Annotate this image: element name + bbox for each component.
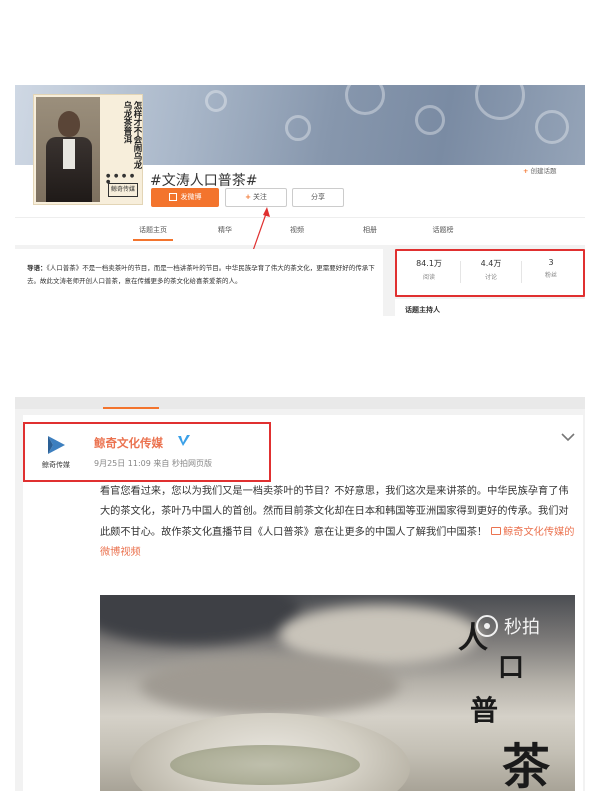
- topic-guide-text: 导语：《人口普茶》不是一档卖茶叶的节目，而是一档讲茶叶的节目。中华民族孕育了伟大…: [27, 262, 379, 288]
- plus-icon: +: [245, 193, 251, 201]
- post-weibo-label: 发微博: [180, 193, 202, 201]
- topic-page-screenshot: 怎样才不会闹乌龙 乌龙茶普洱 ● ● ● ● ● 鲸奇传媒 #文涛人口普茶# 发…: [15, 85, 585, 316]
- stat-fans-label: 粉丝: [544, 272, 557, 279]
- weibo-post-screenshot: 鲸奇传媒 鲸奇文化传媒 9月25日 11:09 来自 秒拍网页版 看官您看过来，…: [15, 397, 585, 791]
- edit-icon: [168, 193, 177, 201]
- topic-guide-box: 导语：《人口普茶》不是一档卖茶叶的节目，而是一档讲茶叶的节目。中华民族孕育了伟大…: [15, 249, 383, 316]
- create-topic-link[interactable]: + 创建话题: [523, 165, 556, 175]
- topic-host-label: 话题主持人: [405, 306, 440, 314]
- post-meta: 9月25日 11:09 来自 秒拍网页版: [94, 459, 212, 468]
- avatar-brand-text: 鲸奇传媒: [42, 461, 70, 469]
- stat-discussions: 4.4万 讨论: [461, 258, 521, 281]
- author-avatar[interactable]: 鲸奇传媒: [37, 434, 75, 476]
- host-photo: [36, 97, 100, 202]
- stat-discussions-label: 讨论: [484, 274, 497, 281]
- stat-reads-label: 阅读: [422, 274, 435, 281]
- host-figure-shirt: [63, 139, 75, 169]
- guide-label: 导语：: [27, 264, 47, 272]
- topic-cover-image: 怎样才不会闹乌龙 乌龙茶普洱 ● ● ● ● ● 鲸奇传媒: [33, 94, 143, 205]
- plus-icon: +: [523, 167, 529, 175]
- tea-leaves-image: [170, 745, 360, 785]
- stat-reads: 84.1万 阅读: [399, 258, 459, 281]
- video-player[interactable]: 秒拍 人 口 普 茶: [100, 595, 575, 791]
- video-title-calligraphy: 人 口 普 茶: [440, 601, 575, 791]
- post-weibo-button[interactable]: 发微博: [151, 188, 219, 207]
- calligraphy-char: 茶: [502, 739, 551, 791]
- guide-body: 《人口普茶》不是一档卖茶叶的节目，而是一档讲茶叶的节目。中华民族孕育了伟大的茶文…: [27, 264, 375, 285]
- topic-host-box: 话题主持人: [395, 299, 585, 316]
- topic-stats-highlight: 84.1万 阅读 4.4万 讨论 3 粉丝: [395, 249, 585, 297]
- calligraphy-char: 口: [498, 653, 525, 683]
- calligraphy-char: 普: [470, 694, 499, 727]
- active-tab-indicator: [103, 407, 159, 409]
- cover-vertical-text: 怎样才不会闹乌龙 乌龙茶普洱: [122, 101, 142, 169]
- share-label: 分享: [311, 193, 325, 201]
- tab-topic-ranking[interactable]: 话题榜: [425, 218, 461, 242]
- create-topic-label: 创建话题: [530, 167, 557, 175]
- cover-logo: 鲸奇传媒: [108, 183, 138, 197]
- post-body: 看官您看过来，您以为我们又是一档卖茶叶的节目？不好意思，我们这次是来讲茶的。中华…: [100, 482, 575, 563]
- topic-title: #文涛人口普茶#: [150, 173, 258, 189]
- play-triangle-icon: [48, 436, 65, 454]
- verified-v-icon: [178, 435, 190, 446]
- bottom-tab-strip: [15, 397, 585, 409]
- video-link-icon: [491, 526, 502, 535]
- host-figure-head: [58, 111, 80, 137]
- tab-album[interactable]: 相册: [355, 218, 385, 242]
- stat-fans-value: 3: [548, 258, 554, 267]
- weibo-post-card: 鲸奇传媒 鲸奇文化传媒 9月25日 11:09 来自 秒拍网页版 看官您看过来，…: [23, 415, 583, 791]
- author-name-link[interactable]: 鲸奇文化传媒: [94, 435, 163, 451]
- stat-discussions-value: 4.4万: [480, 259, 502, 268]
- topic-nav-bar: 话题主页 精华 视频 相册 话题榜: [15, 217, 585, 241]
- active-tab-indicator: [133, 239, 173, 241]
- chevron-down-icon[interactable]: [561, 432, 575, 442]
- stat-fans: 3 粉丝: [521, 258, 581, 279]
- stat-reads-value: 84.1万: [416, 259, 442, 268]
- share-button[interactable]: 分享: [292, 188, 344, 207]
- author-highlight-box: 鲸奇传媒 鲸奇文化传媒 9月25日 11:09 来自 秒拍网页版: [23, 422, 271, 482]
- calligraphy-char: 人: [458, 621, 488, 656]
- follow-label: 关注: [252, 193, 267, 201]
